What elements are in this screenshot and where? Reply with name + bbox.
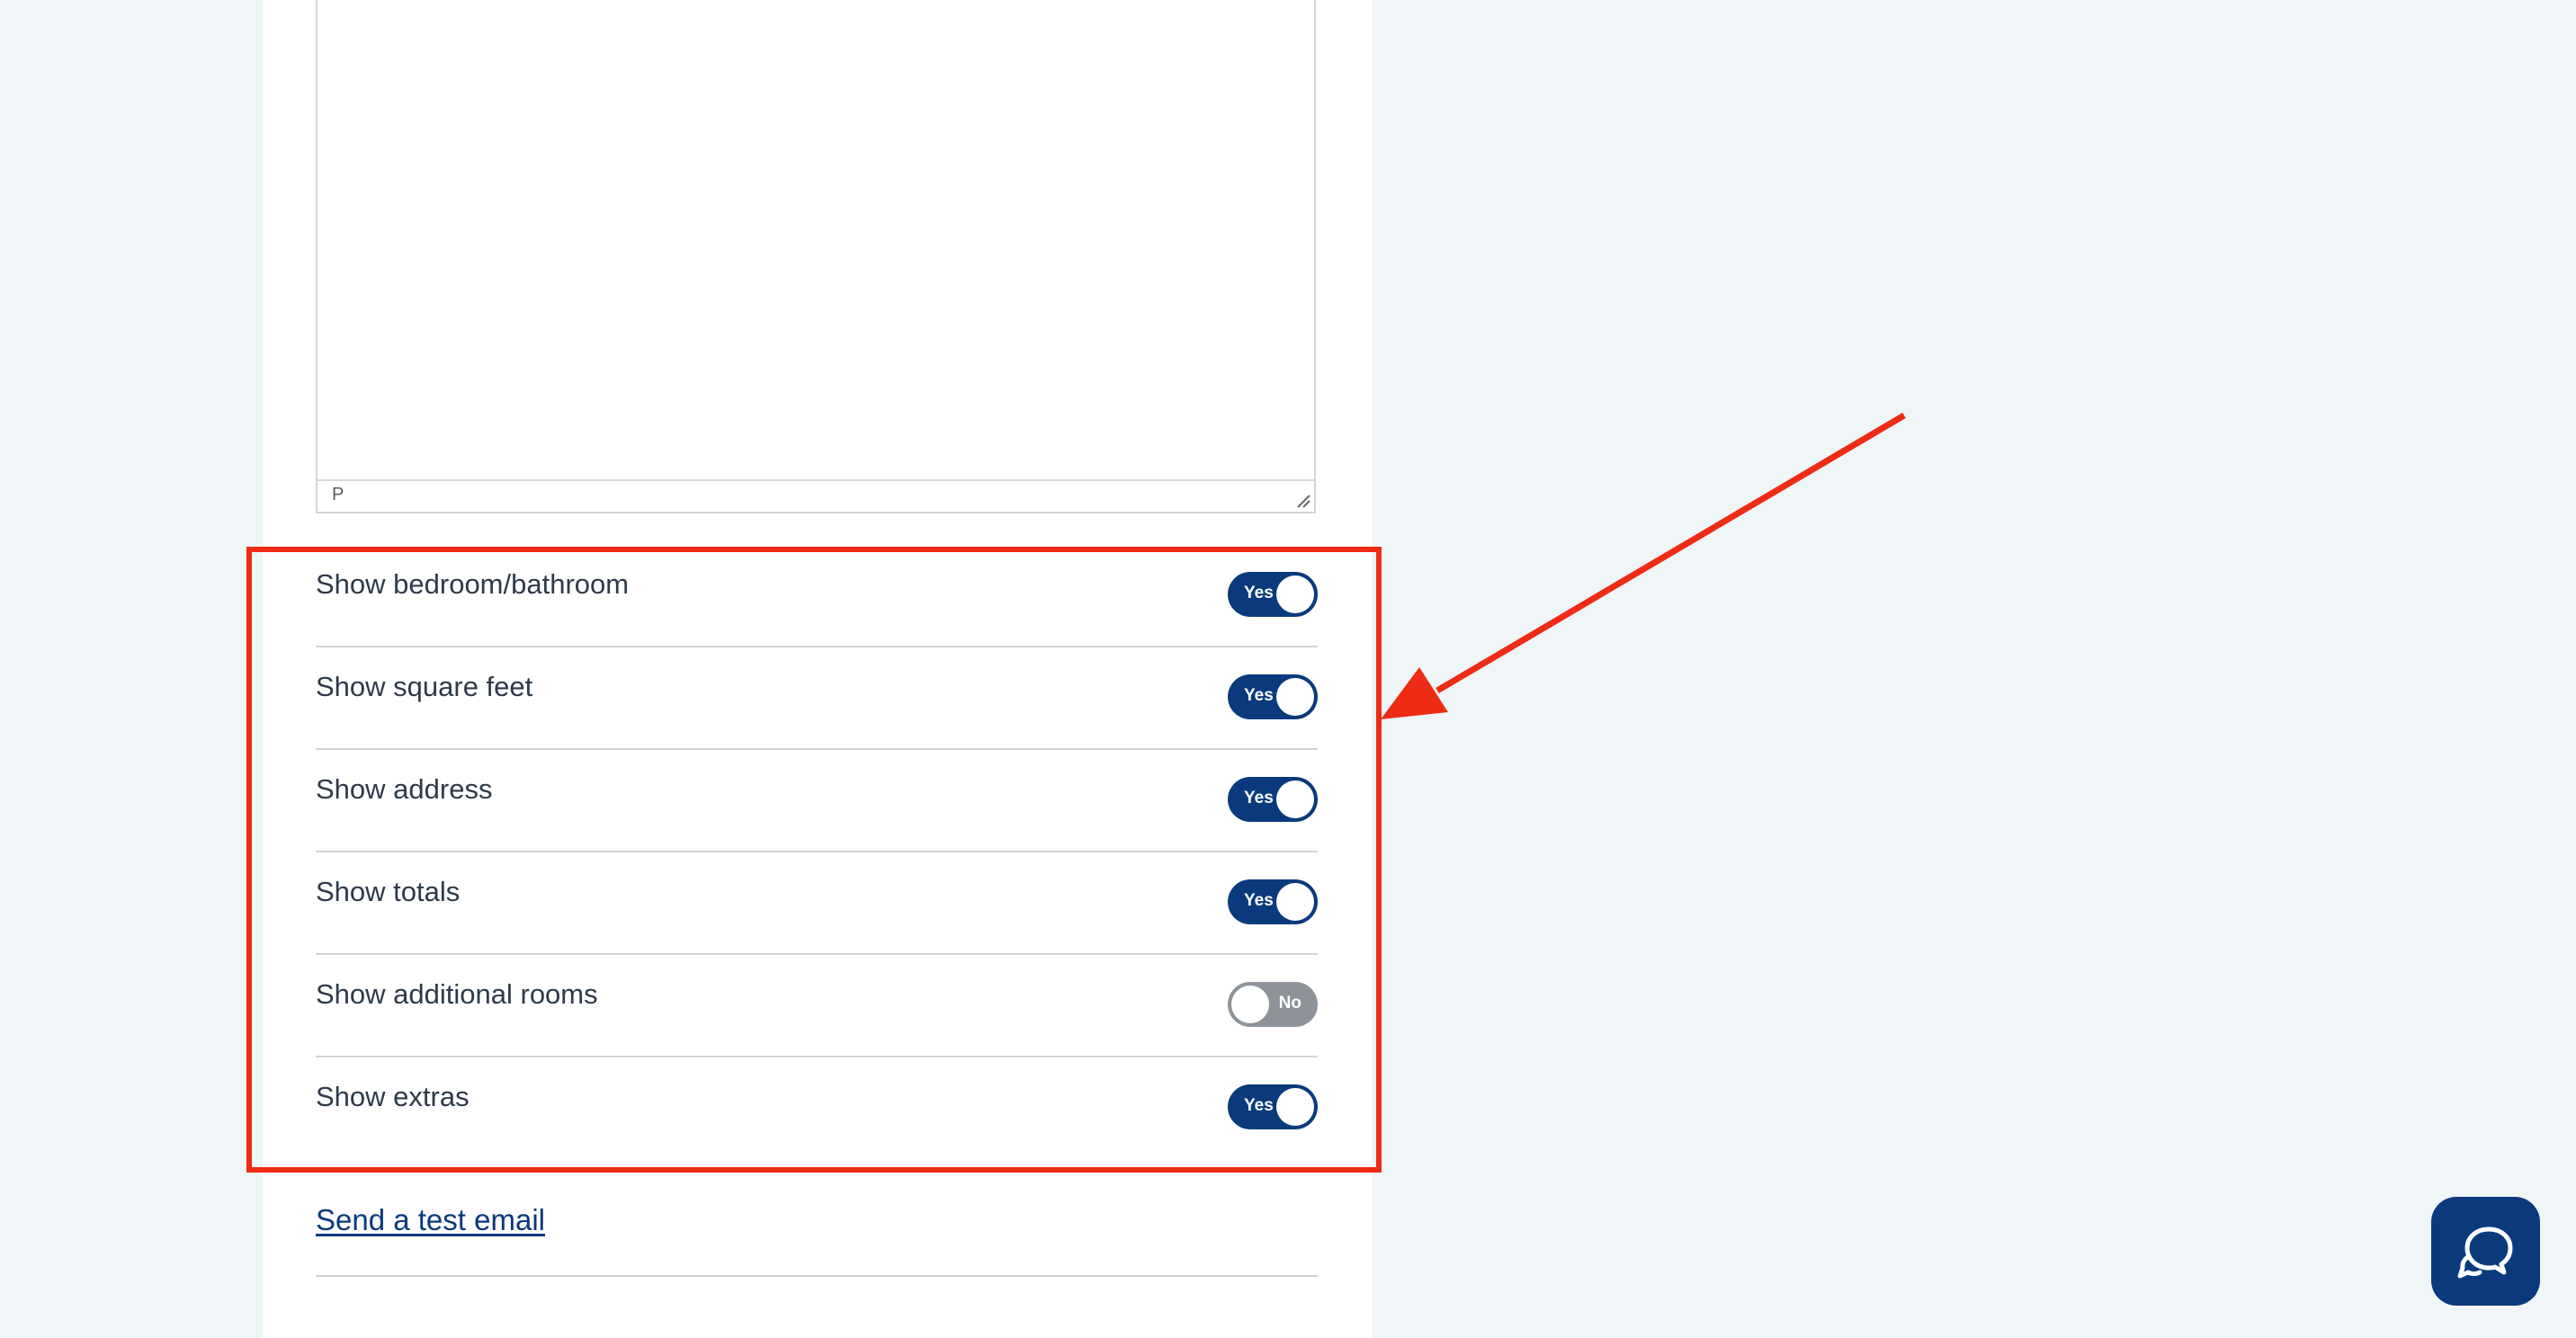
toggle-address[interactable]: Yes xyxy=(1228,777,1318,822)
chat-button[interactable] xyxy=(2431,1197,2540,1306)
setting-row-extras: Show extras Yes xyxy=(316,1057,1318,1160)
toggle-state-text: Yes xyxy=(1244,1096,1274,1115)
setting-row-totals: Show totals Yes xyxy=(316,852,1318,955)
setting-row-address: Show address Yes xyxy=(316,750,1318,852)
toggle-knob xyxy=(1276,575,1314,613)
setting-row-bedroom-bathroom: Show bedroom/bathroom Yes xyxy=(316,545,1318,647)
toggle-knob xyxy=(1276,678,1314,716)
toggle-knob xyxy=(1231,986,1269,1023)
toggle-knob xyxy=(1276,883,1314,921)
send-test-email-link[interactable]: Send a test email xyxy=(316,1203,545,1237)
toggle-additional-rooms[interactable]: No xyxy=(1228,982,1318,1027)
editor-status-bar: P xyxy=(318,479,1314,512)
toggle-square-feet[interactable]: Yes xyxy=(1228,674,1318,719)
rich-text-editor[interactable]: P xyxy=(316,0,1316,513)
toggle-bedroom-bathroom[interactable]: Yes xyxy=(1228,572,1318,617)
divider xyxy=(316,1275,1318,1277)
toggle-totals[interactable]: Yes xyxy=(1228,879,1318,924)
toggle-state-text: Yes xyxy=(1244,584,1274,602)
setting-label: Show additional rooms xyxy=(316,978,598,1010)
resize-handle-icon[interactable] xyxy=(1294,492,1310,508)
setting-label: Show address xyxy=(316,773,493,805)
toggle-state-text: Yes xyxy=(1244,789,1274,807)
toggle-state-text: Yes xyxy=(1244,891,1274,910)
setting-label: Show square feet xyxy=(316,671,533,702)
toggle-knob xyxy=(1276,1088,1314,1126)
chat-bubbles-icon xyxy=(2457,1226,2513,1279)
setting-row-additional-rooms: Show additional rooms No xyxy=(316,955,1318,1057)
setting-label: Show totals xyxy=(316,876,461,907)
setting-row-square-feet: Show square feet Yes xyxy=(316,647,1318,750)
toggle-knob xyxy=(1276,780,1314,818)
toggle-state-text: No xyxy=(1278,994,1301,1012)
toggle-state-text: Yes xyxy=(1244,686,1274,705)
display-settings-list: Show bedroom/bathroom Yes Show square fe… xyxy=(316,545,1318,1160)
editor-element-path[interactable]: P xyxy=(332,485,344,505)
setting-label: Show bedroom/bathroom xyxy=(316,568,630,600)
setting-label: Show extras xyxy=(316,1081,470,1112)
toggle-extras[interactable]: Yes xyxy=(1228,1084,1318,1129)
